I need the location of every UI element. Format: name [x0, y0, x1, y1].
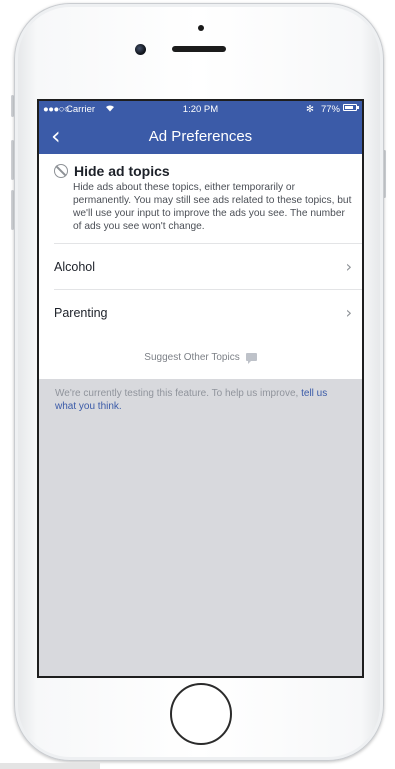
- bluetooth-icon: ✻: [306, 104, 314, 115]
- topic-label: Alcohol: [54, 259, 95, 274]
- topic-row-parenting[interactable]: Parenting ›: [54, 289, 362, 335]
- hide-topics-title-row: Hide ad topics: [54, 163, 352, 179]
- section-title: Hide ad topics: [74, 163, 170, 179]
- proximity-sensor: [198, 25, 204, 31]
- block-icon: [54, 164, 68, 178]
- phone-screen: ●●●○○ Carrier 1:20 PM ✻ 77% ‹ Ad Prefere…: [37, 99, 364, 678]
- topic-row-alcohol[interactable]: Alcohol ›: [54, 243, 362, 289]
- navigation-bar: ‹ Ad Preferences: [39, 119, 362, 154]
- status-bar: ●●●○○ Carrier 1:20 PM ✻ 77%: [39, 101, 362, 119]
- chevron-right-icon: ›: [345, 303, 352, 322]
- battery-percent: 77%: [320, 104, 340, 115]
- feedback-note: We're currently testing this feature. To…: [39, 379, 362, 413]
- chevron-right-icon: ›: [345, 257, 352, 276]
- preferences-panel: Hide ad topics Hide ads about these topi…: [39, 154, 362, 379]
- page-title: Ad Preferences: [148, 128, 253, 145]
- speech-bubble-icon: [245, 353, 257, 364]
- back-button[interactable]: ‹: [51, 122, 61, 150]
- suggest-other-topics-button[interactable]: Suggest Other Topics: [39, 335, 362, 379]
- stage: ●●●○○ Carrier 1:20 PM ✻ 77% ‹ Ad Prefere…: [0, 0, 395, 769]
- suggest-label: Suggest Other Topics: [144, 351, 240, 363]
- front-camera: [135, 44, 146, 55]
- hide-topics-header: Hide ad topics Hide ads about these topi…: [39, 154, 362, 243]
- watermark-strip: [0, 763, 100, 769]
- feedback-text: We're currently testing this feature. To…: [55, 388, 302, 399]
- home-button[interactable]: [170, 683, 232, 745]
- battery-icon: [343, 104, 359, 111]
- section-description: Hide ads about these topics, either temp…: [73, 182, 352, 232]
- topic-label: Parenting: [54, 305, 108, 320]
- earpiece-speaker: [172, 46, 226, 52]
